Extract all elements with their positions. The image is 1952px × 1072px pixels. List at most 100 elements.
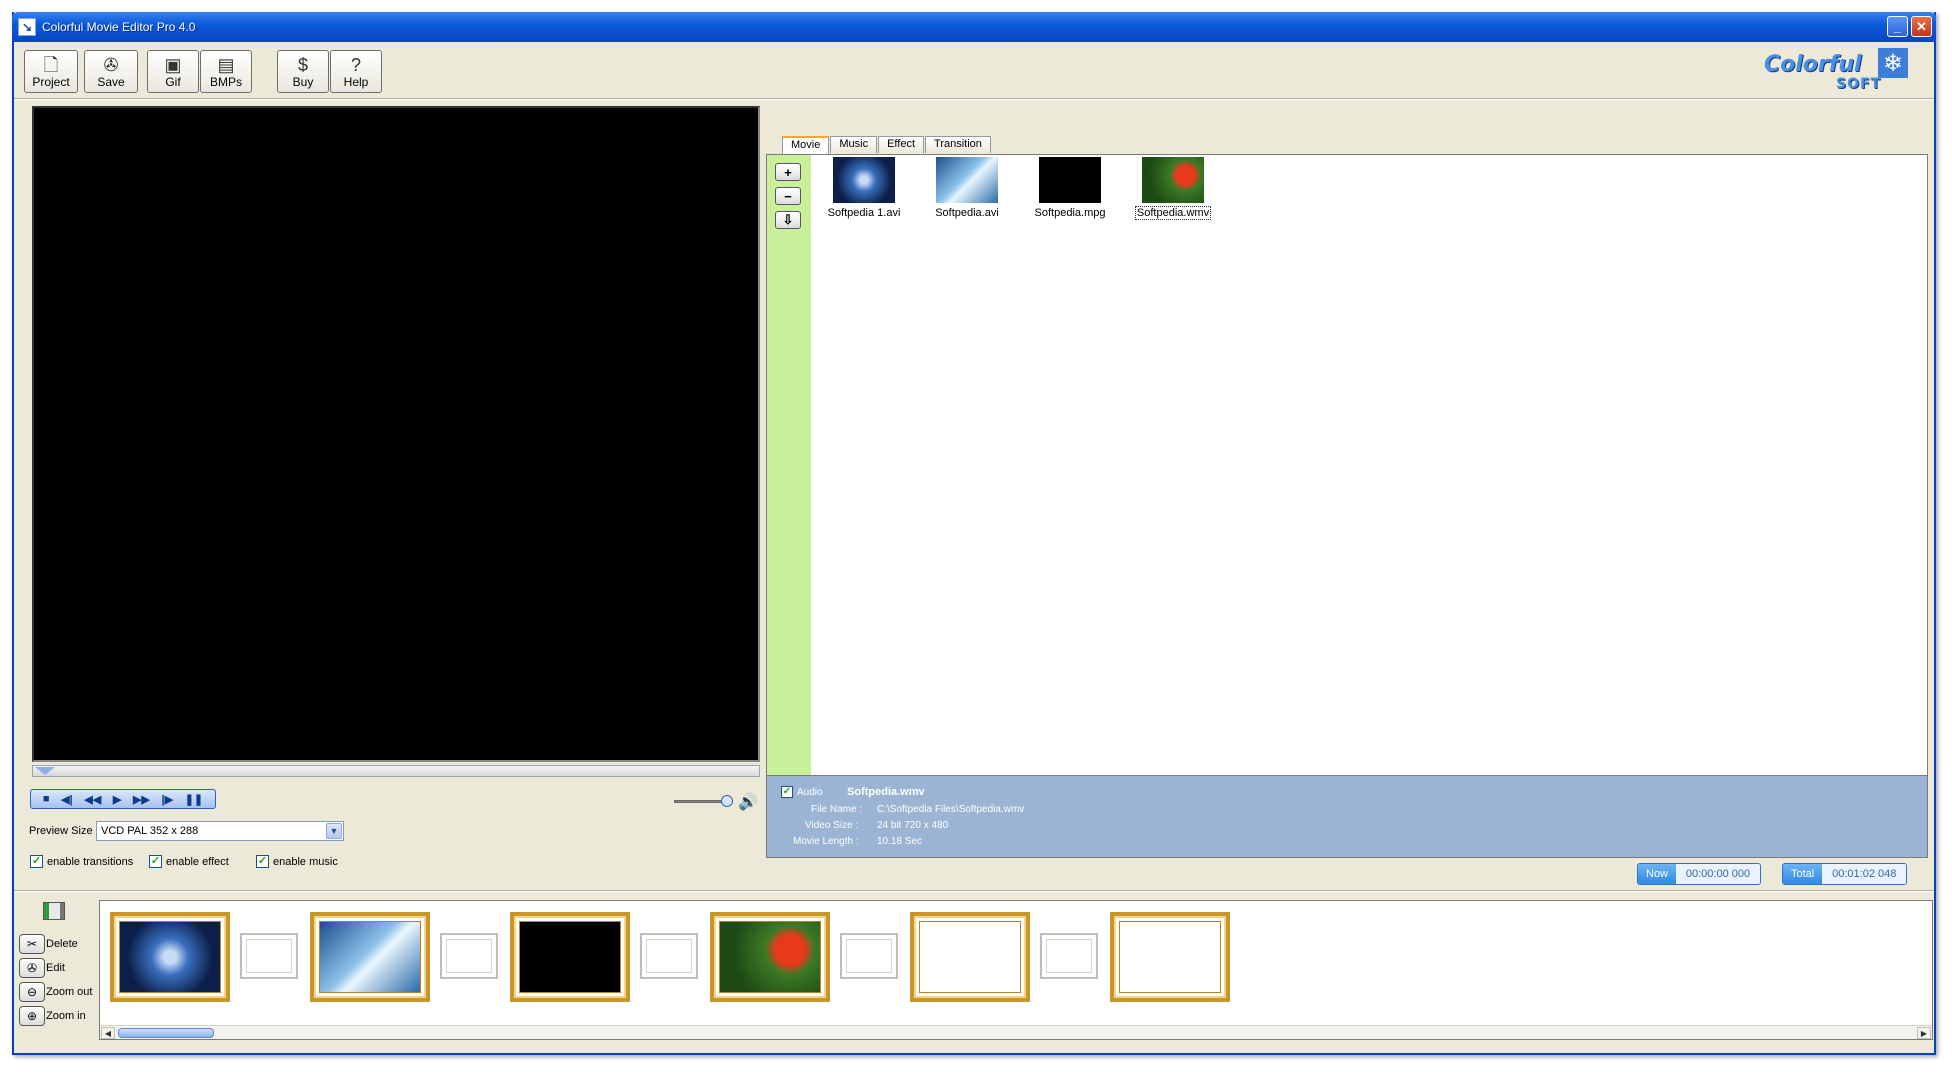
total-time: Total 00:01:02 048: [1782, 863, 1908, 885]
delete-button[interactable]: ✂ Delete: [19, 934, 78, 954]
media-item[interactable]: Softpedia.mpg: [1030, 157, 1110, 219]
media-item[interactable]: Softpedia.avi: [927, 157, 1007, 219]
tab-effect[interactable]: Effect: [878, 136, 925, 153]
play-icon[interactable]: ▶: [113, 793, 121, 806]
clip-thumbnail: [719, 921, 821, 993]
media-tabs: Movie Music Effect Transition: [782, 136, 992, 154]
chevron-down-icon[interactable]: ▼: [326, 823, 342, 839]
scrollbar-thumb[interactable]: [118, 1028, 214, 1038]
tab-music[interactable]: Music: [830, 136, 878, 153]
scroll-left-icon[interactable]: ◀: [101, 1027, 115, 1039]
transition-slot[interactable]: [840, 933, 898, 979]
help-button[interactable]: ? Help: [330, 50, 382, 93]
film-strip-icon[interactable]: [43, 902, 65, 920]
playback-controls: ■ ◀| ◀◀ ▶ ▶▶ |▶ ❚❚: [30, 789, 216, 809]
stop-icon[interactable]: ■: [43, 793, 50, 805]
window-title: Colorful Movie Editor Pro 4.0: [42, 20, 196, 34]
enable-music-checkbox[interactable]: ✓ enable music: [256, 855, 338, 868]
movie-length-label: Movie Length :: [793, 836, 859, 847]
preview-size-label: Preview Size: [29, 825, 93, 837]
file-name-value: C:\Softpedia Files\Softpedia.wmv: [877, 804, 1025, 815]
clip-slot[interactable]: [110, 912, 230, 1002]
prev-frame-icon[interactable]: ◀|: [61, 793, 73, 806]
dollar-icon: $: [297, 55, 308, 75]
media-item[interactable]: Softpedia.wmv: [1133, 157, 1213, 220]
clip-thumbnail: [119, 921, 221, 993]
transition-slot[interactable]: [640, 933, 698, 979]
save-button[interactable]: ✇ Save: [84, 50, 138, 93]
gif-button[interactable]: ▣ Gif: [147, 50, 199, 93]
media-side-strip: + − ⇩: [767, 155, 811, 775]
remove-media-button[interactable]: −: [775, 187, 801, 205]
clip-slot[interactable]: [910, 912, 1030, 1002]
fast-forward-icon[interactable]: ▶▶: [133, 793, 150, 806]
volume-knob[interactable]: [721, 795, 733, 807]
media-item[interactable]: Softpedia 1.avi: [824, 157, 904, 219]
zoom-in-icon[interactable]: ⊕: [19, 1006, 45, 1026]
media-thumbnail: [1039, 157, 1101, 203]
tab-movie[interactable]: Movie: [782, 136, 830, 154]
seek-bar[interactable]: [32, 765, 760, 777]
scroll-right-icon[interactable]: ▶: [1917, 1027, 1931, 1039]
file-title: Softpedia.wmv: [847, 786, 925, 798]
film-reel-icon[interactable]: ✇: [19, 958, 45, 978]
toolbar-separator: [14, 98, 1934, 100]
zoom-out-button[interactable]: ⊖ Zoom out: [19, 982, 92, 1002]
zoom-out-icon[interactable]: ⊖: [19, 982, 45, 1002]
clip-slot[interactable]: [1110, 912, 1230, 1002]
clip-slot[interactable]: [310, 912, 430, 1002]
file-info-panel: ✓ Audio Softpedia.wmv File Name : C:\Soft…: [766, 776, 1928, 858]
transition-slot[interactable]: [240, 933, 298, 979]
video-preview: [32, 106, 760, 762]
storyboard: ◀ ▶: [99, 900, 1933, 1040]
zoom-in-button[interactable]: ⊕ Zoom in: [19, 1006, 86, 1026]
add-media-button[interactable]: +: [775, 163, 801, 181]
clip-slot[interactable]: [510, 912, 630, 1002]
video-size-value: 24 bit 720 x 480: [877, 820, 949, 831]
file-name-label: File Name :: [811, 804, 863, 815]
preview-size-select[interactable]: VCD PAL 352 x 288 ▼: [96, 821, 344, 841]
tab-transition[interactable]: Transition: [925, 136, 991, 153]
snowflake-icon: ❄: [1878, 48, 1908, 78]
bmps-button[interactable]: ▤ BMPs: [200, 50, 252, 93]
rewind-icon[interactable]: ◀◀: [84, 793, 101, 806]
media-library: + − ⇩ Softpedia 1.avi Softpedia.avi Soft…: [766, 154, 1928, 776]
clip-thumbnail: [519, 921, 621, 993]
video-size-label: Video Size :: [805, 820, 859, 831]
app-icon[interactable]: ↘: [18, 18, 36, 36]
film-reel-icon: ✇: [103, 55, 119, 75]
now-time: Now 00:00:00 000: [1637, 863, 1762, 885]
colorful-soft-logo: Colorful ❄ SOFT: [1754, 48, 1914, 98]
transition-slot[interactable]: [440, 933, 498, 979]
media-thumbnail: [1142, 157, 1204, 203]
document-icon: 🗋: [43, 55, 59, 75]
media-thumbnail: [833, 157, 895, 203]
scissors-icon[interactable]: ✂: [19, 934, 45, 954]
movie-length-value: 10.18 Sec: [877, 836, 923, 847]
minimize-button[interactable]: _: [1887, 16, 1908, 37]
project-button[interactable]: 🗋 Project: [24, 50, 78, 93]
volume-slider[interactable]: [674, 795, 733, 807]
media-thumbnail: [936, 157, 998, 203]
pause-icon[interactable]: ❚❚: [185, 793, 203, 806]
add-to-timeline-button[interactable]: ⇩: [775, 211, 801, 229]
storyboard-scrollbar[interactable]: ◀ ▶: [100, 1025, 1932, 1039]
edit-button[interactable]: ✇ Edit: [19, 958, 65, 978]
enable-transitions-checkbox[interactable]: ✓ enable transitions: [30, 855, 133, 868]
question-icon: ?: [350, 55, 361, 75]
gif-icon: ▣: [164, 55, 182, 75]
clip-slot[interactable]: [710, 912, 830, 1002]
title-bar: ↘ Colorful Movie Editor Pro 4.0 _ ✕: [12, 12, 1936, 42]
seek-thumb[interactable]: [35, 767, 55, 775]
app-window: ↘ Colorful Movie Editor Pro 4.0 _ ✕ 🗋 Pr…: [12, 12, 1936, 1055]
bmp-icon: ▤: [217, 55, 235, 75]
enable-effect-checkbox[interactable]: ✓ enable effect: [149, 855, 229, 868]
buy-button[interactable]: $ Buy: [277, 50, 329, 93]
close-button[interactable]: ✕: [1911, 16, 1932, 37]
timeline-separator: [14, 890, 1934, 892]
next-frame-icon[interactable]: |▶: [162, 793, 174, 806]
speaker-icon[interactable]: 🔊: [738, 792, 758, 812]
clip-thumbnail: [319, 921, 421, 993]
audio-checkbox[interactable]: ✓ Audio: [781, 786, 823, 798]
transition-slot[interactable]: [1040, 933, 1098, 979]
